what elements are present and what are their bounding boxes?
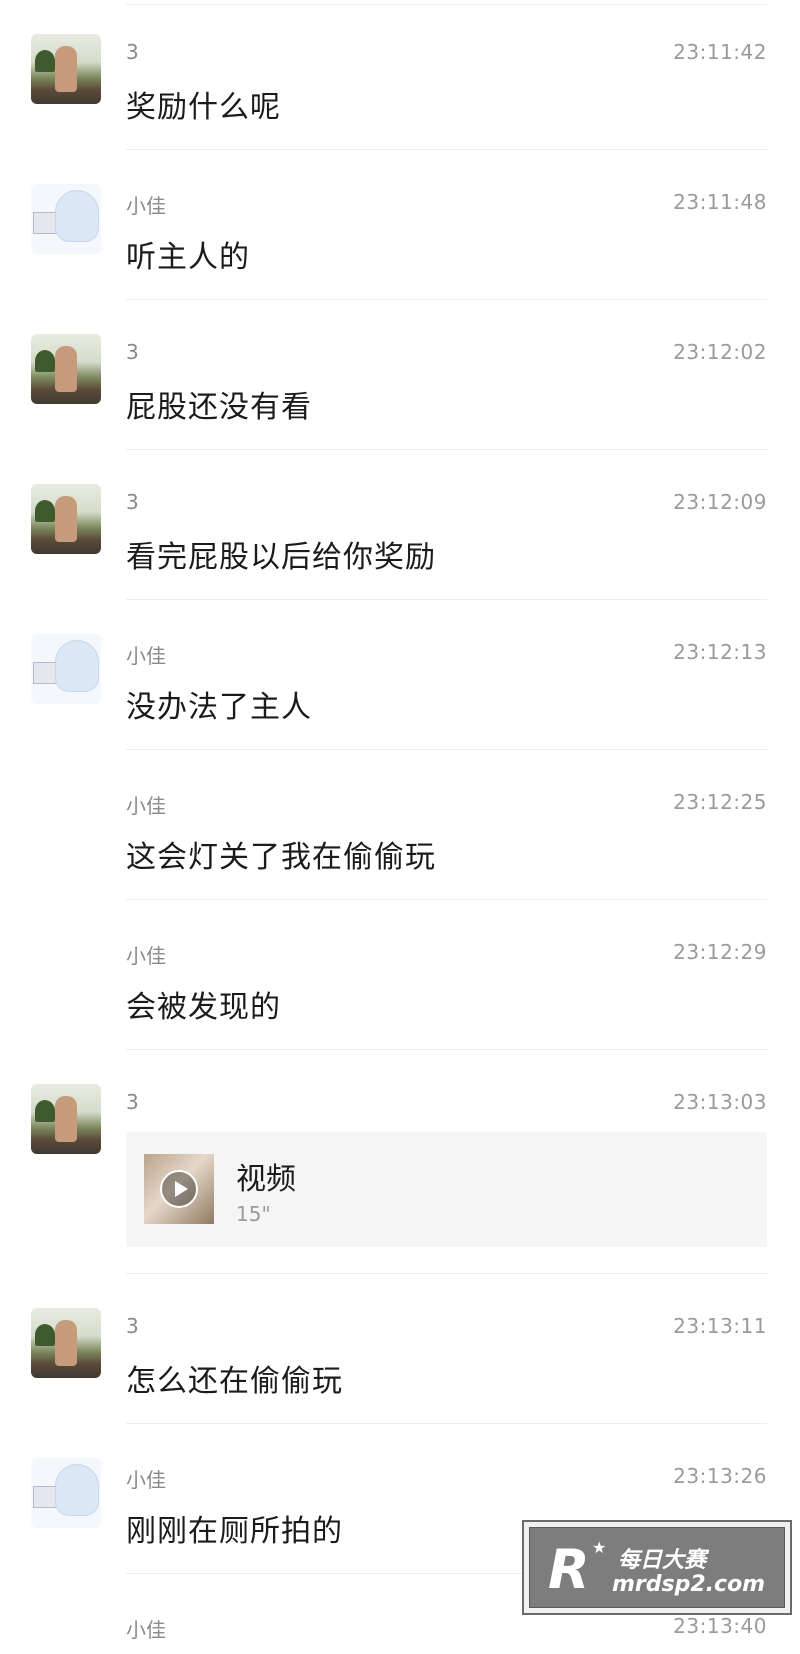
message-time: 23:12:02 xyxy=(673,340,767,364)
avatar-xiaojia[interactable] xyxy=(31,634,101,704)
message-text[interactable]: 这会灯关了我在偷偷玩 xyxy=(126,832,436,876)
watermark-panel: R ★ 每日大赛 mrdsp2.com xyxy=(529,1527,785,1608)
sender-name: 3 xyxy=(126,490,139,514)
message-row[interactable]: 3 23:13:03 视频 15" xyxy=(0,1050,800,1274)
avatar-palm-shape xyxy=(35,500,55,522)
sender-name: 小佳 xyxy=(126,644,166,668)
avatar-3[interactable] xyxy=(31,484,101,554)
message-text[interactable]: 刚刚在厕所拍的 xyxy=(126,1506,343,1550)
watermark: R ★ 每日大赛 mrdsp2.com xyxy=(522,1520,792,1615)
sender-name: 3 xyxy=(126,1314,139,1338)
avatar-palm-shape xyxy=(35,1324,55,1346)
avatar-figure-shape xyxy=(55,346,77,392)
avatar-palm-shape xyxy=(35,1100,55,1122)
avatar-figure-shape xyxy=(55,46,77,92)
message-time: 23:12:09 xyxy=(673,490,767,514)
avatar-palm-shape xyxy=(35,350,55,372)
message-row[interactable]: 3 23:13:11 怎么还在偷偷玩 xyxy=(0,1274,800,1424)
message-row[interactable]: 3 23:12:09 看完屁股以后给你奖励 xyxy=(0,450,800,600)
message-text[interactable]: 没办法了主人 xyxy=(126,682,312,726)
avatar-ghost-shape xyxy=(55,1464,99,1516)
sender-name: 3 xyxy=(126,340,139,364)
avatar-3[interactable] xyxy=(31,1308,101,1378)
message-row[interactable]: 3 23:12:02 屁股还没有看 xyxy=(0,300,800,450)
message-text[interactable]: 会被发现的 xyxy=(126,982,281,1026)
message-text[interactable]: 奖励什么呢 xyxy=(126,82,281,126)
message-text[interactable]: 听主人的 xyxy=(126,232,250,276)
avatar-ghost-shape xyxy=(55,640,99,692)
avatar-3[interactable] xyxy=(31,334,101,404)
chat-list: 3 23:11:42 奖励什么呢 小佳 23:11:48 听主人的 3 23:1… xyxy=(0,0,800,1654)
avatar-figure-shape xyxy=(55,496,77,542)
avatar-figure-shape xyxy=(55,1320,77,1366)
message-row[interactable]: 小佳 23:12:29 会被发现的 xyxy=(0,900,800,1050)
sender-name: 小佳 xyxy=(126,1618,166,1642)
video-duration: 15" xyxy=(236,1202,271,1226)
avatar-ghost-shape xyxy=(55,190,99,242)
message-row[interactable]: 小佳 23:12:13 没办法了主人 xyxy=(0,600,800,750)
message-text[interactable]: 怎么还在偷偷玩 xyxy=(126,1356,343,1400)
message-time: 23:12:13 xyxy=(673,640,767,664)
watermark-logo: R xyxy=(548,1538,590,1601)
avatar-xiaojia[interactable] xyxy=(31,1458,101,1528)
message-time: 23:12:29 xyxy=(673,940,767,964)
message-time: 23:13:11 xyxy=(673,1314,767,1338)
message-time: 23:12:25 xyxy=(673,790,767,814)
video-message-card[interactable]: 视频 15" xyxy=(126,1132,767,1247)
message-time: 23:13:03 xyxy=(673,1090,767,1114)
sender-name: 小佳 xyxy=(126,794,166,818)
avatar-3[interactable] xyxy=(31,1084,101,1154)
message-text[interactable]: 屁股还没有看 xyxy=(126,382,312,426)
sender-name: 3 xyxy=(126,1090,139,1114)
sender-name: 小佳 xyxy=(126,1468,166,1492)
watermark-title: 每日大赛 xyxy=(618,1548,707,1573)
message-time: 23:11:42 xyxy=(673,40,767,64)
watermark-url: mrdsp2.com xyxy=(612,1572,766,1597)
sender-name: 小佳 xyxy=(126,194,166,218)
message-time: 23:13:26 xyxy=(673,1464,767,1488)
play-icon[interactable] xyxy=(160,1170,198,1208)
avatar-3[interactable] xyxy=(31,34,101,104)
video-thumbnail[interactable] xyxy=(144,1154,214,1224)
message-time: 23:11:48 xyxy=(673,190,767,214)
avatar-figure-shape xyxy=(55,1096,77,1142)
sender-name: 小佳 xyxy=(126,944,166,968)
avatar-palm-shape xyxy=(35,50,55,72)
message-row[interactable]: 小佳 23:12:25 这会灯关了我在偷偷玩 xyxy=(0,750,800,900)
avatar-xiaojia[interactable] xyxy=(31,184,101,254)
star-icon: ★ xyxy=(592,1538,607,1557)
message-text[interactable]: 看完屁股以后给你奖励 xyxy=(126,532,436,576)
message-time: 23:13:40 xyxy=(673,1614,767,1638)
sender-name: 3 xyxy=(126,40,139,64)
message-row[interactable]: 小佳 23:11:48 听主人的 xyxy=(0,150,800,300)
message-row[interactable]: 3 23:11:42 奖励什么呢 xyxy=(0,0,800,150)
video-title: 视频 xyxy=(236,1162,296,1197)
